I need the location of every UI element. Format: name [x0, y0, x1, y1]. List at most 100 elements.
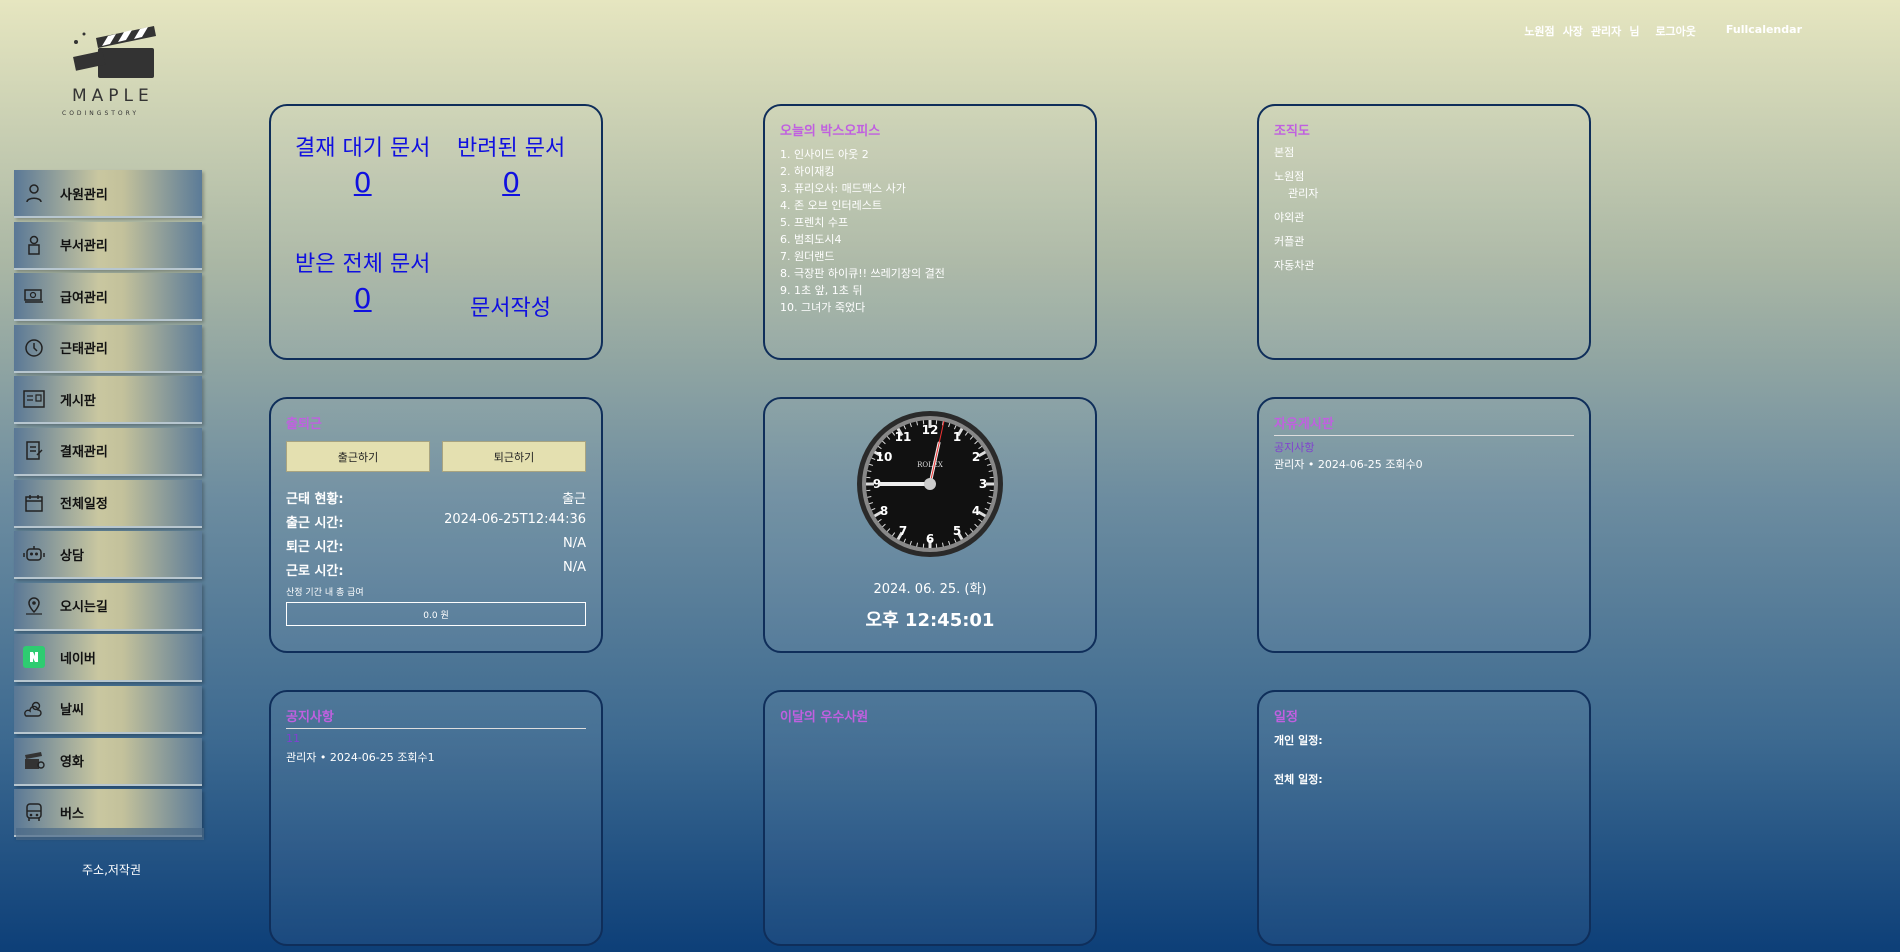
check-out-button[interactable]: 퇴근하기 [442, 441, 586, 472]
status-value: 출근 [562, 492, 586, 507]
divider [286, 728, 586, 729]
user-role: 사장 [1562, 25, 1583, 38]
logo[interactable]: MAPLE CODINGSTORY [58, 24, 168, 124]
post-title[interactable]: 11 [286, 732, 300, 745]
board-icon [20, 385, 48, 413]
calendar-icon [20, 489, 48, 517]
sidebar-item-weather[interactable]: 날씨 [14, 685, 202, 734]
top-nav: 노원점 사장 관리자 님 로그아웃 Fullcalendar [1524, 23, 1802, 39]
all-schedule-label: 전체 일정: [1274, 773, 1323, 786]
pending-docs-count[interactable]: 0 [295, 166, 430, 199]
fullcalendar-link[interactable]: Fullcalendar [1726, 23, 1802, 39]
person-icon [20, 179, 48, 207]
org-member[interactable]: 관리자 [1288, 185, 1318, 202]
free-board-title[interactable]: 자유게시판 [1274, 413, 1334, 432]
user-name: 관리자 [1590, 25, 1622, 38]
svg-text:11: 11 [895, 430, 912, 444]
sidebar-item-employees[interactable]: 사원관리 [14, 170, 202, 218]
clock-card: 12 1 2 3 4 5 6 7 8 9 10 11 ROLEX 2024. 0… [763, 397, 1097, 653]
received-docs-label: 받은 전체 문서 [295, 252, 431, 277]
svg-text:5: 5 [953, 524, 961, 538]
received-docs-count[interactable]: 0 [295, 282, 430, 315]
org-branch[interactable]: 야외관 [1274, 209, 1318, 226]
post-title[interactable]: 공지사항 [1274, 439, 1314, 455]
box-office-card: 오늘의 박스오피스 1. 인사이드 아웃 2 2. 하이재킹 3. 퓨리오사: … [763, 104, 1097, 360]
svg-text:7: 7 [899, 524, 907, 538]
sidebar-item-board[interactable]: 게시판 [14, 376, 202, 425]
footer-address-copyright[interactable]: 주소,저작권 [82, 861, 141, 878]
check-out-row: 퇴근 시간: N/A [286, 536, 586, 555]
pending-docs-label: 결재 대기 문서 [295, 136, 431, 161]
list-item: 10. 그녀가 죽었다 [780, 301, 866, 314]
svg-text:6: 6 [926, 532, 934, 546]
sidebar-item-consult[interactable]: 상담 [14, 531, 202, 580]
work-time-row: 근로 시간: N/A [286, 560, 586, 579]
svg-text:3: 3 [979, 477, 987, 491]
map-icon [20, 592, 48, 620]
check-in-button[interactable]: 출근하기 [286, 441, 430, 472]
sidebar-item-label: 오시는길 [60, 600, 108, 616]
weather-icon [20, 695, 48, 723]
svg-text:8: 8 [880, 504, 888, 518]
sidebar-item-payroll[interactable]: 급여관리 [14, 273, 202, 322]
sidebar-item-label: 결재관리 [60, 445, 108, 461]
sidebar-item-label: 버스 [60, 806, 84, 822]
sidebar-item-label: 날씨 [60, 703, 84, 719]
naver-icon [20, 643, 48, 671]
rejected-docs-count[interactable]: 0 [457, 166, 565, 199]
box-office-title: 오늘의 박스오피스 [780, 124, 881, 139]
post-meta: 관리자 • 2024-06-25 조회수1 [286, 751, 435, 764]
sidebar-item-label: 근태관리 [60, 342, 108, 358]
list-item: 6. 범죄도시4 [780, 233, 842, 246]
rejected-docs-label: 반려된 문서 [457, 136, 566, 161]
money-icon [20, 282, 48, 310]
sidebar-item-schedule[interactable]: 전체일정 [14, 479, 202, 528]
sidebar-scrollbar[interactable] [16, 828, 204, 840]
list-item: 2. 하이재킹 [780, 165, 835, 178]
sidebar-item-approval[interactable]: 결재관리 [14, 427, 202, 476]
logout-link[interactable]: 로그아웃 [1655, 23, 1695, 39]
list-item: 1. 인사이드 아웃 2 [780, 148, 869, 161]
org-branch[interactable]: 노원점 [1274, 168, 1318, 185]
attendance-card: 출퇴근 출근하기 퇴근하기 근태 현황: 출근 출근 시간: 2024-06-2… [269, 397, 603, 653]
svg-text:10: 10 [876, 450, 893, 464]
clock-brand: ROLEX [917, 461, 943, 469]
svg-text:2: 2 [972, 450, 980, 464]
sidebar-item-label: 게시판 [60, 393, 96, 409]
org-branch[interactable]: 커플관 [1274, 233, 1318, 250]
divider [1274, 435, 1574, 436]
write-document-link[interactable]: 문서작성 [470, 290, 551, 322]
staff-icon [20, 231, 48, 259]
user-suffix: 님 [1629, 25, 1640, 38]
movie-icon [20, 747, 48, 775]
current-time: 오후 12:45:01 [865, 610, 995, 631]
sidebar-item-label: 상담 [60, 548, 84, 564]
org-branch[interactable]: 본점 [1274, 144, 1318, 161]
svg-text:12: 12 [922, 423, 939, 437]
list-item: 9. 1초 앞, 1초 뒤 [780, 284, 863, 297]
approval-icon [20, 437, 48, 465]
status-label: 근태 현황: [286, 492, 344, 507]
employee-of-month-card: 이달의 우수사원 [763, 690, 1097, 946]
org-chart-card: 조직도 본점 노원점 관리자 야외관 커플관 자동차관 [1257, 104, 1591, 360]
list-item: 3. 퓨리오사: 매드맥스 사가 [780, 182, 906, 195]
schedule-title: 일정 [1274, 710, 1298, 725]
rejected-docs: 반려된 문서 0 [457, 130, 565, 199]
sidebar-item-movie[interactable]: 영화 [14, 737, 202, 786]
sidebar-item-naver[interactable]: 네이버 [14, 634, 202, 683]
org-branch[interactable]: 자동차관 [1274, 257, 1318, 274]
post-meta: 관리자 • 2024-06-25 조회수0 [1274, 458, 1423, 471]
pending-docs: 결재 대기 문서 0 [295, 130, 430, 199]
documents-card: 결재 대기 문서 0 반려된 문서 0 받은 전체 문서 0 문서작성 [269, 104, 603, 360]
personal-schedule-label: 개인 일정: [1274, 734, 1323, 747]
notice-title[interactable]: 공지사항 [286, 706, 334, 725]
list-item: 4. 존 오브 인터레스트 [780, 199, 882, 212]
received-docs: 받은 전체 문서 0 [295, 246, 430, 315]
check-out-label: 퇴근 시간: [286, 540, 344, 555]
sidebar-item-directions[interactable]: 오시는길 [14, 582, 202, 631]
salary-label: 산정 기간 내 총 급여 [286, 588, 364, 598]
work-time-label: 근로 시간: [286, 564, 344, 579]
sidebar-item-departments[interactable]: 부서관리 [14, 221, 202, 270]
robot-icon [20, 540, 48, 568]
sidebar-item-attendance[interactable]: 근태관리 [14, 324, 202, 373]
